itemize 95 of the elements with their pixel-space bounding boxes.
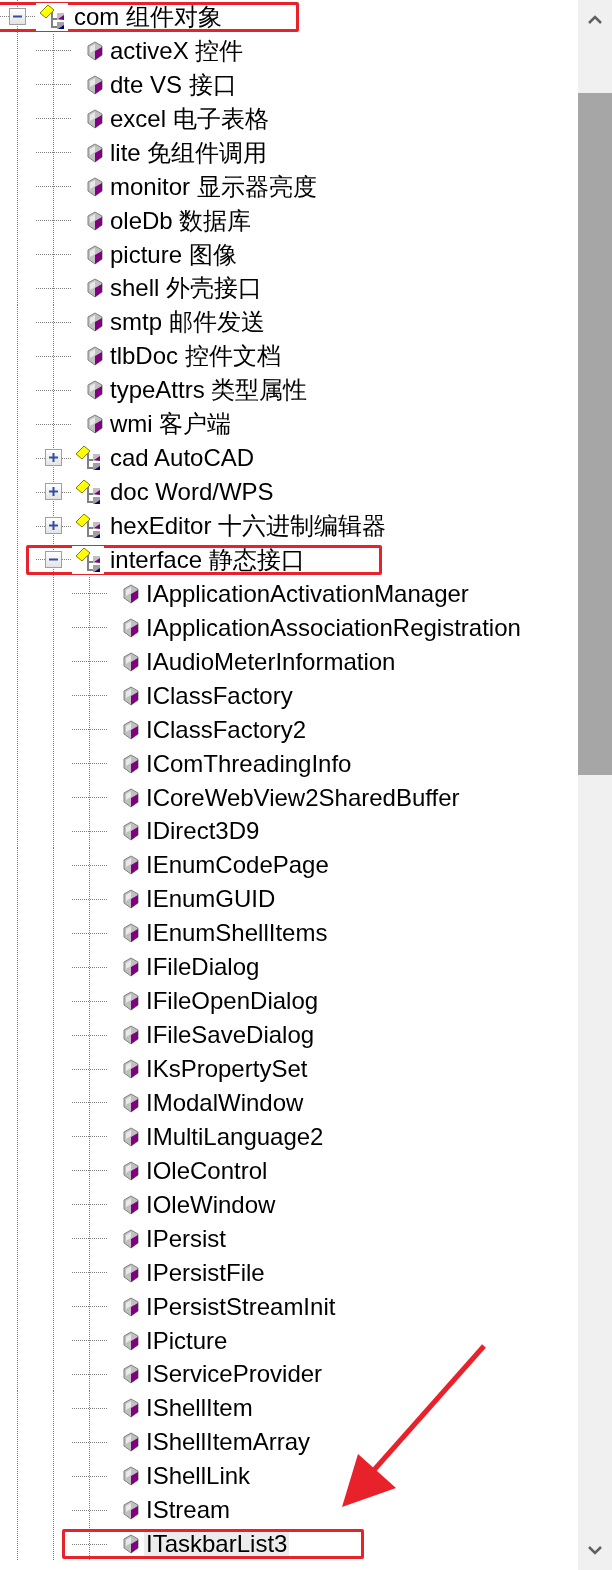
tree-item[interactable]: IFileSaveDialog [144,1020,317,1051]
tree-item[interactable]: monitor 显示器亮度 [108,171,319,202]
gem-icon [122,991,140,1012]
tree-item[interactable]: wmi 客户端 [108,409,234,440]
gem-icon [122,719,140,740]
gem-icon [122,1025,140,1046]
gem-icon [86,74,104,95]
gem-icon [86,346,104,367]
gem-icon [86,380,104,401]
tree-item[interactable]: dte VS 接口 [108,69,239,100]
tree-item[interactable]: lite 免组件调用 [108,137,270,168]
tree-item[interactable]: IModalWindow [144,1087,306,1118]
tree-item[interactable]: interface 静态接口 [108,544,307,575]
tree-item[interactable]: IPicture [144,1325,230,1356]
expand-icon[interactable] [45,483,62,501]
gem-icon [86,108,104,129]
gem-icon [86,312,104,333]
gem-icon [122,1364,140,1385]
tree-item[interactable]: IApplicationActivationManager [144,578,471,609]
scroll-down-icon[interactable] [588,1546,602,1556]
expand-icon[interactable] [45,449,62,467]
collapse-icon[interactable] [9,7,26,25]
gem-icon [122,1194,140,1215]
tree-item[interactable]: IComThreadingInfo [144,748,354,779]
gem-icon [122,923,140,944]
tree-item[interactable]: com 组件对象 [72,1,224,32]
gem-icon [122,1228,140,1249]
gem-icon [122,889,140,910]
tree-item[interactable]: IEnumCodePage [144,850,331,881]
tree-item[interactable]: typeAttrs 类型属性 [108,375,310,406]
tree-item[interactable]: IPersistFile [144,1257,267,1288]
tree-item[interactable]: IFileOpenDialog [144,986,321,1017]
tree-item[interactable]: IDirect3D9 [144,816,262,847]
expand-icon[interactable] [45,517,62,535]
gem-icon [122,957,140,978]
tree-item[interactable]: IOleWindow [144,1189,278,1220]
gem-icon [122,821,140,842]
gem-icon [122,617,140,638]
tree-item[interactable]: IEnumShellItems [144,918,330,949]
tree-item[interactable]: IClassFactory [144,680,295,711]
gem-icon [122,1296,140,1317]
tree-item[interactable]: excel 电子表格 [108,103,271,134]
tree-item[interactable]: picture 图像 [108,239,239,270]
gem-icon [86,176,104,197]
tree-item[interactable]: IKsPropertySet [144,1054,310,1085]
tree-item[interactable]: IPersistStreamInit [144,1291,338,1322]
gem-icon [122,1092,140,1113]
tree-item[interactable]: IClassFactory2 [144,714,309,745]
tree-item[interactable]: cad AutoCAD [108,443,257,474]
gem-icon [122,1330,140,1351]
scroll-up-icon[interactable] [588,14,602,24]
tree-item[interactable]: shell 外壳接口 [108,273,265,304]
gem-icon [122,1398,140,1419]
tree-item[interactable]: IEnumGUID [144,884,278,915]
gem-icon [122,1262,140,1283]
gem-icon [86,142,104,163]
tree-item[interactable]: smtp 邮件发送 [108,307,267,338]
gem-icon [122,583,140,604]
gem-icon [86,414,104,435]
tree-item[interactable]: IMultiLanguage2 [144,1121,326,1152]
gem-icon [122,753,140,774]
collapse-icon[interactable] [45,550,62,568]
scrollbar-thumb[interactable] [578,93,612,775]
gem-icon [122,787,140,808]
tree-item[interactable]: ICoreWebView2SharedBuffer [144,782,462,813]
tree-item[interactable]: IServiceProvider [144,1359,325,1390]
gem-icon [122,1059,140,1080]
tree-item[interactable]: IFileDialog [144,952,262,983]
gem-icon [86,40,104,61]
tree-item[interactable]: IShellItemArray [144,1427,313,1458]
tree-item[interactable]: hexEditor 十六进制编辑器 [108,511,389,542]
tree-item[interactable]: doc Word/WPS [108,477,276,508]
tree-item[interactable]: IShellLink [144,1461,253,1492]
gem-icon [122,855,140,876]
gem-icon [86,278,104,299]
gem-icon [122,1500,140,1521]
gem-icon [122,1534,140,1555]
tree-item[interactable]: activeX 控件 [108,35,246,66]
tree-item[interactable]: oleDb 数据库 [108,205,254,236]
tree-item[interactable]: IShellItem [144,1393,255,1424]
gem-icon [86,244,104,265]
scrollbar[interactable] [578,0,612,1570]
gem-icon [122,651,140,672]
gem-icon [86,210,104,231]
tree-item[interactable]: IOleControl [144,1155,270,1186]
gem-icon [122,1126,140,1147]
gem-icon [122,1432,140,1453]
tree-item[interactable]: IAudioMeterInformation [144,646,398,677]
gem-icon [122,1466,140,1487]
tree-item[interactable]: IApplicationAssociationRegistration [144,612,523,643]
tree-item[interactable]: tlbDoc 控件文档 [108,341,283,372]
tree-item[interactable]: IPersist [144,1223,228,1254]
gem-icon [122,1160,140,1181]
tree-item[interactable]: IStream [144,1495,233,1526]
gem-icon [122,685,140,706]
